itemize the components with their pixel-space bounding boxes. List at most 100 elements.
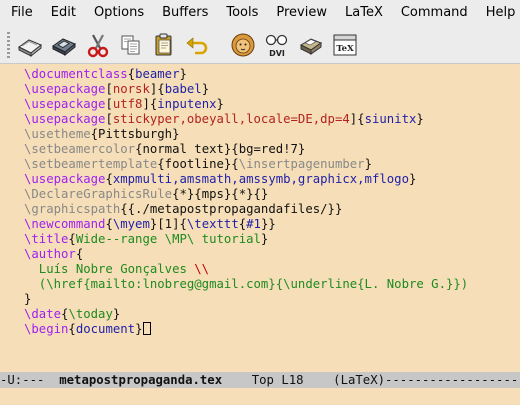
code-token: { [68,322,76,336]
menu-bar: File Edit Options Buffers Tools Preview … [0,0,520,26]
code-line: } [24,292,31,307]
menu-buffers[interactable]: Buffers [151,0,215,26]
print-button[interactable] [297,31,325,59]
code-token: } [408,172,417,186]
printer-icon [299,38,323,55]
menu-command[interactable]: Command [390,0,475,26]
cut-button[interactable] [84,31,112,59]
menu-file[interactable]: File [0,0,40,26]
editor-area[interactable]: \documentclass{beamer} \usepackage[norsk]… [0,64,520,372]
code-token: { [105,217,113,231]
code-token: [ [105,97,113,111]
menu-edit[interactable]: Edit [40,0,83,26]
code-token: ]{ [149,82,165,96]
code-token: { [105,172,113,186]
code-token: \newcommand [24,217,106,231]
code-token: \setbeamertemplate [24,157,158,171]
tool-bar: DVI TeX [0,26,520,64]
modeline-position: Top L18 [222,373,334,387]
code-token: }} [260,217,276,231]
code-line: \usetheme{Pittsburgh} [24,127,179,142]
code-token: } [260,232,269,246]
undo-icon [186,37,208,55]
code-line: \newcommand{\myem}[1]{\texttt{#1}} [24,217,276,232]
code-token: } [179,67,187,81]
run-latex-button[interactable] [229,31,257,59]
code-line: \usepackage[stickyper,obeyall,locale=DE,… [24,112,424,127]
code-token: } [364,157,372,171]
code-token: [ [105,82,113,96]
code-line: \usepackage[norsk]{babel} [24,82,209,97]
code-line: \setbeamertemplate{footline}{\insertpage… [24,157,372,172]
code-token: \usetheme [24,127,91,141]
code-token: ]{ [142,97,158,111]
code-token: \\ [194,262,210,276]
emacs-window: File Edit Options Buffers Tools Preview … [0,0,520,405]
menu-tools[interactable]: Tools [215,0,265,26]
run-tex-button[interactable]: TeX [331,31,359,59]
view-dvi-button[interactable]: DVI [263,31,291,59]
code-token: } [201,82,210,96]
code-token: }[1]{ [149,217,187,231]
code-token: \today [68,307,113,321]
modeline-mode[interactable]: (LaTeX)------------------------ [333,373,520,387]
code-token: \author [24,247,76,261]
code-token: \DeclareGraphicsRule [24,187,173,201]
code-token: { [127,67,136,81]
code-token: } [135,322,143,336]
code-line: Luís Nobre Gonçalves \\ [24,262,209,277]
code-token: stickyper,obeyall,locale=DE,dp=4 [112,112,350,126]
code-token: \title [24,232,69,246]
mode-line: -U:--- metapostpropaganda.tex Top L18 (L… [0,372,520,388]
code-token: ]{ [349,112,365,126]
paste-button[interactable] [150,31,178,59]
code-token: norsk [112,82,150,96]
code-token: { [68,232,76,246]
code-token: babel [164,82,202,96]
code-token: \date [24,307,62,321]
code-token: } [416,112,424,126]
code-token: {normal text}{bg=red!7} [135,142,306,156]
code-token: Wide--range \MP\ tutorial [75,232,261,246]
save-file-button[interactable] [50,31,78,59]
menu-help[interactable]: Help [475,0,520,26]
menu-preview[interactable]: Preview [265,0,334,26]
code-token: Luís Nobre Gonçalves [24,262,195,276]
code-token: \graphicspath [24,202,121,216]
code-token: } [112,307,121,321]
code-token: [ [105,112,113,126]
open-file-button[interactable] [16,31,44,59]
code-line: \documentclass{beamer} [24,67,187,82]
code-token: xmpmulti,amsmath,amssymb,graphicx,mflogo [112,172,409,186]
code-token: {Pittsburgh} [90,127,180,141]
code-line: \title{Wide--range \MP\ tutorial} [24,232,268,247]
glasses-icon: DVI [265,34,288,58]
dvi-label: DVI [269,49,285,58]
undo-button[interactable] [183,31,211,59]
code-token: beamer [135,67,180,81]
code-token: (\href{mailto:lnobreg@gmail.com}{\underl… [24,277,469,291]
code-token: } [216,97,224,111]
code-token: #1 [246,217,261,231]
copy-button[interactable] [117,31,145,59]
modeline-status: -U:--- [0,373,60,387]
code-token: \usepackage [24,82,106,96]
menu-latex[interactable]: LaTeX [334,0,390,26]
code-token: \usepackage [24,112,106,126]
code-line: \author{ [24,247,83,262]
lion-icon [231,33,255,57]
echo-area [0,388,520,405]
code-token: \texttt [186,217,239,231]
code-line: \begin{document} [24,322,152,337]
open-file-icon [18,39,42,58]
code-token: utf8 [112,97,143,111]
code-token: {*}{mps}{*}{} [172,187,269,201]
text-buffer[interactable]: \documentclass{beamer} \usepackage[norsk]… [23,64,518,372]
modeline-buffer-name[interactable]: metapostpropaganda.tex [59,373,222,387]
code-line: \setbeamercolor{normal text}{bg=red!7} [24,142,305,157]
toolbar-grip [7,32,10,58]
text-cursor [143,322,152,335]
code-token: \myem [112,217,150,231]
menu-options[interactable]: Options [83,0,151,26]
paste-icon [155,33,172,56]
